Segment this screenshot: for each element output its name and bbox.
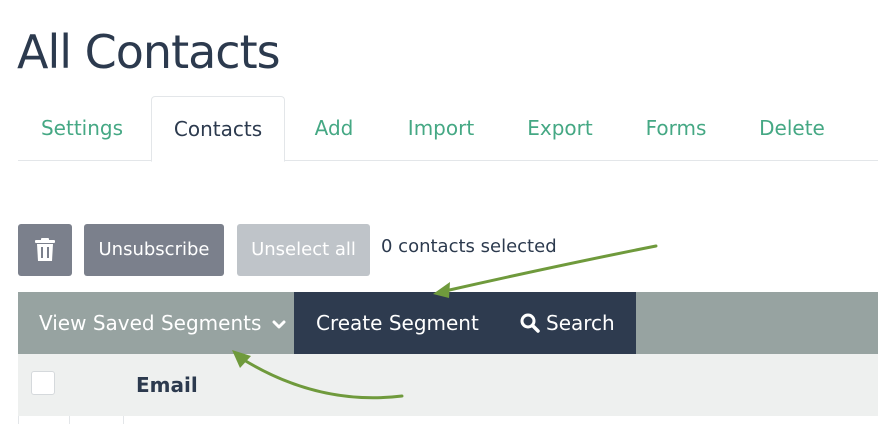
tab-delete[interactable]: Delete	[740, 96, 844, 160]
tab-forms[interactable]: Forms	[628, 96, 724, 160]
tab-add[interactable]: Add	[294, 96, 374, 160]
delete-selected-button[interactable]	[18, 224, 72, 276]
select-all-checkbox[interactable]	[31, 371, 55, 395]
view-saved-segments-label: View Saved Segments	[39, 311, 262, 335]
table-row-divider	[69, 416, 70, 424]
chevron-down-icon	[272, 320, 286, 328]
create-segment-button[interactable]: Create Segment	[316, 292, 479, 354]
search-icon	[520, 313, 540, 333]
table-header: Email	[18, 354, 878, 416]
table-row-divider	[123, 416, 124, 424]
view-saved-segments-dropdown[interactable]: View Saved Segments	[18, 292, 294, 354]
tab-export[interactable]: Export	[508, 96, 612, 160]
search-button[interactable]: Search	[520, 292, 615, 354]
tab-bar: Settings Contacts Add Import Export Form…	[18, 96, 878, 162]
selected-count-text: 0 contacts selected	[381, 236, 557, 257]
tab-contacts[interactable]: Contacts	[151, 96, 285, 162]
unsubscribe-button[interactable]: Unsubscribe	[84, 224, 224, 276]
trash-icon	[35, 238, 55, 261]
segment-actions: Create Segment Search	[294, 292, 636, 354]
segment-bar: View Saved Segments Create Segment Searc…	[18, 292, 878, 354]
column-header-email[interactable]: Email	[136, 354, 198, 416]
tab-import[interactable]: Import	[390, 96, 492, 160]
unselect-all-button[interactable]: Unselect all	[237, 224, 370, 276]
tab-settings[interactable]: Settings	[18, 96, 146, 160]
search-label: Search	[546, 311, 615, 335]
table-row	[18, 416, 19, 424]
page-title: All Contacts	[17, 25, 281, 79]
